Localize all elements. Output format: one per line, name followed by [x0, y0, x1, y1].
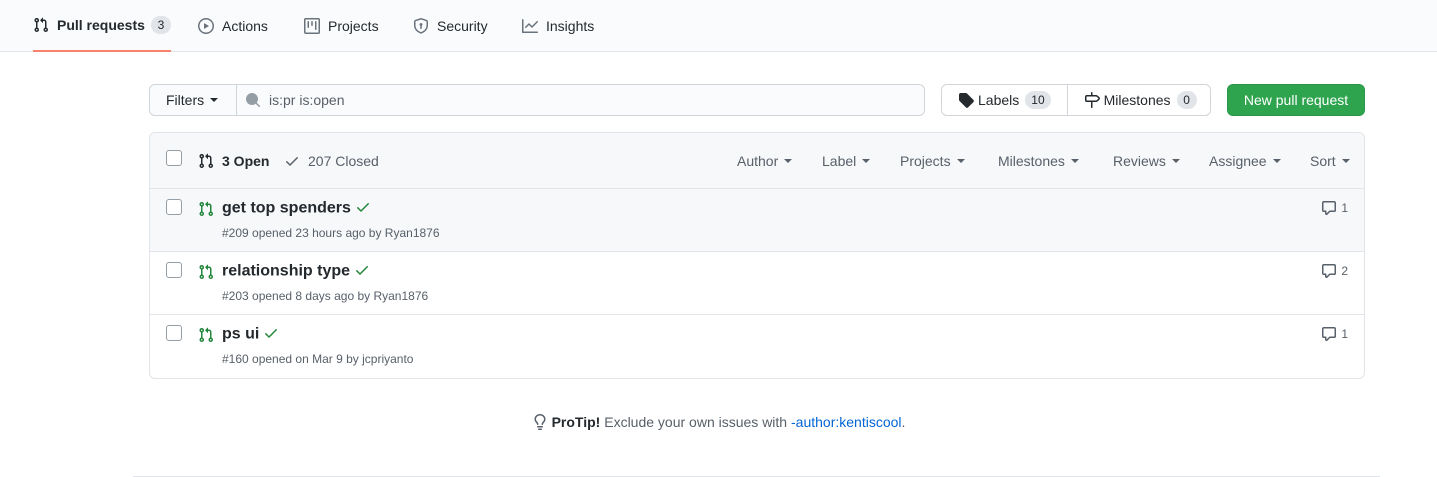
caret-down-icon: [1171, 159, 1180, 163]
label-dropdown[interactable]: Label: [822, 133, 871, 189]
pr-title-link[interactable]: relationship type: [222, 262, 370, 281]
caret-down-icon: [1070, 159, 1079, 163]
new-pull-request-button[interactable]: New pull request: [1227, 84, 1365, 116]
pull-request-list: 3 Open 207 Closed Author Label Projects …: [149, 132, 1365, 379]
labels-label: Labels: [978, 92, 1020, 108]
table-row[interactable]: relationship type #203 opened 8 days ago…: [150, 252, 1364, 315]
pr-meta: #209 opened 23 hours ago by Ryan1876: [222, 226, 440, 240]
caret-down-icon: [1272, 159, 1281, 163]
pr-title-link[interactable]: ps ui: [222, 325, 279, 344]
pr-title-link[interactable]: get top spenders: [222, 199, 371, 218]
labels-counter: 10: [1025, 91, 1051, 109]
milestones-dropdown[interactable]: Milestones: [998, 133, 1079, 189]
protip-label: ProTip!: [551, 414, 601, 430]
comments-link[interactable]: 1: [1321, 326, 1348, 342]
pr-title: get top spenders: [222, 199, 351, 217]
shield-icon: [414, 18, 428, 34]
light-bulb-icon: [534, 414, 546, 430]
protip-suffix: .: [901, 414, 906, 430]
check-icon: [286, 157, 298, 166]
filters-button[interactable]: Filters: [149, 84, 237, 116]
tab-security[interactable]: Security: [413, 0, 488, 52]
pr-title: ps ui: [222, 325, 260, 343]
sort-dropdown[interactable]: Sort: [1310, 133, 1350, 189]
milestones-label: Milestones: [1103, 92, 1171, 108]
search-field[interactable]: [236, 84, 925, 116]
pr-title: relationship type: [222, 262, 351, 280]
select-all-checkbox[interactable]: [166, 150, 182, 166]
projects-dropdown[interactable]: Projects: [900, 133, 965, 189]
pr-meta: #160 opened on Mar 9 by jcpriyanto: [222, 352, 414, 366]
table-row[interactable]: ps ui #160 opened on Mar 9 by jcpriyanto…: [150, 315, 1364, 378]
tab-label: Insights: [546, 18, 595, 34]
tab-label: Pull requests: [57, 17, 145, 33]
closed-count-label: 207 Closed: [308, 153, 379, 169]
project-icon: [304, 18, 320, 34]
protip-link[interactable]: -author:kentiscool: [791, 414, 902, 430]
graph-icon: [522, 19, 538, 33]
labels-button[interactable]: Labels 10: [942, 85, 1068, 115]
git-pull-request-open-icon: [199, 201, 214, 217]
comment-icon: [1322, 201, 1337, 215]
tab-label: Security: [437, 18, 488, 34]
comment-count: 2: [1341, 264, 1348, 278]
comment-count: 1: [1341, 201, 1348, 215]
tab-label: Projects: [328, 18, 379, 34]
tab-counter: 3: [150, 16, 171, 34]
filters-label: Filters: [166, 92, 205, 108]
comments-link[interactable]: 1: [1321, 200, 1348, 216]
assignee-dropdown[interactable]: Assignee: [1209, 133, 1281, 189]
table-row[interactable]: get top spenders #209 opened 23 hours ag…: [150, 189, 1364, 252]
comment-icon: [1322, 264, 1337, 278]
row-checkbox[interactable]: [166, 199, 182, 215]
assignee-label: Assignee: [1209, 153, 1267, 169]
open-count-label: 3 Open: [222, 153, 270, 169]
git-pull-request-open-icon: [199, 264, 214, 280]
search-icon: [246, 93, 261, 108]
open-filter[interactable]: 3 Open: [198, 133, 269, 189]
sort-label: Sort: [1310, 153, 1336, 169]
reviews-label: Reviews: [1113, 153, 1166, 169]
caret-down-icon: [210, 98, 219, 102]
projects-label: Projects: [900, 153, 951, 169]
tab-actions[interactable]: Actions: [198, 0, 268, 52]
comment-icon: [1322, 327, 1337, 341]
caret-down-icon: [956, 159, 965, 163]
reviews-dropdown[interactable]: Reviews: [1113, 133, 1180, 189]
play-icon: [198, 18, 214, 34]
row-checkbox[interactable]: [166, 325, 182, 341]
tab-label: Actions: [222, 18, 268, 34]
status-success-icon[interactable]: [354, 262, 370, 281]
milestones-button[interactable]: Milestones 0: [1068, 85, 1213, 115]
labels-milestones-group: Labels 10 Milestones 0: [941, 84, 1211, 116]
tab-insights[interactable]: Insights: [522, 0, 594, 52]
caret-down-icon: [1341, 159, 1350, 163]
pr-meta: #203 opened 8 days ago by Ryan1876: [222, 289, 429, 303]
milestones-counter: 0: [1176, 91, 1197, 109]
milestones-dropdown-label: Milestones: [998, 153, 1065, 169]
list-header: 3 Open 207 Closed Author Label Projects …: [150, 133, 1364, 189]
caret-down-icon: [784, 159, 793, 163]
closed-filter[interactable]: 207 Closed: [284, 133, 379, 189]
search-input[interactable]: [269, 92, 869, 108]
status-success-icon[interactable]: [263, 325, 279, 344]
tab-pull-requests[interactable]: Pull requests 3: [33, 0, 171, 52]
caret-down-icon: [862, 159, 871, 163]
git-pull-request-icon: [199, 153, 214, 169]
git-pull-request-open-icon: [199, 327, 214, 343]
git-pull-request-icon: [34, 17, 49, 33]
repo-nav: Pull requests 3 Actions Projects Securit…: [0, 0, 1437, 52]
author-dropdown[interactable]: Author: [737, 133, 793, 189]
protip: ProTip! Exclude your own issues with -au…: [0, 414, 1437, 430]
row-checkbox[interactable]: [166, 262, 182, 278]
author-label: Author: [737, 153, 779, 169]
tag-icon: [959, 93, 974, 108]
protip-text: Exclude your own issues with: [604, 414, 788, 430]
status-success-icon[interactable]: [355, 199, 371, 218]
tab-projects[interactable]: Projects: [304, 0, 379, 52]
milestone-icon: [1084, 92, 1100, 108]
comment-count: 1: [1341, 327, 1348, 341]
label-label: Label: [822, 153, 857, 169]
comments-link[interactable]: 2: [1321, 263, 1348, 279]
